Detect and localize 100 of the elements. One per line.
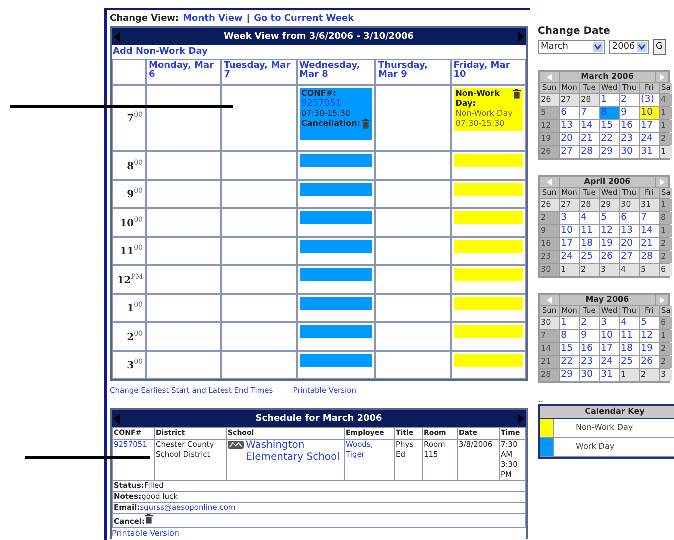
non-work-card[interactable]: Non-Work Day: Non-Work Day 07:30-15:30 bbox=[454, 88, 523, 131]
calendar-day[interactable]: 25 bbox=[580, 251, 599, 263]
next-arrow-icon[interactable] bbox=[518, 32, 524, 42]
calendar-day[interactable]: 22 bbox=[600, 133, 619, 145]
calendar-day[interactable]: (3) bbox=[640, 94, 659, 106]
calendar-day[interactable]: 1 bbox=[600, 94, 619, 106]
calendar-day[interactable]: 28 bbox=[640, 251, 659, 263]
previous-arrow-icon[interactable] bbox=[547, 178, 552, 186]
calendar-day[interactable]: 16 bbox=[580, 343, 599, 355]
calendar-day[interactable]: 21 bbox=[580, 133, 599, 145]
calendar-day[interactable]: 8 bbox=[560, 330, 579, 342]
calendar-day[interactable]: 23 bbox=[620, 133, 639, 145]
calendar-day[interactable]: 14 bbox=[580, 120, 599, 132]
calendar-day[interactable]: 1 bbox=[560, 264, 579, 276]
calendar-day[interactable]: 11 bbox=[580, 225, 599, 237]
next-arrow-icon[interactable] bbox=[660, 178, 664, 186]
calendar-day[interactable]: 4 bbox=[620, 317, 639, 329]
calendar-day[interactable]: 9 bbox=[580, 330, 599, 342]
calendar-day[interactable]: 20 bbox=[620, 238, 639, 250]
school-link[interactable]: Washington Elementary School bbox=[246, 440, 343, 464]
calendar-day[interactable]: 5 bbox=[640, 264, 659, 276]
calendar-day[interactable]: 6 bbox=[620, 212, 639, 224]
calendar-day[interactable]: 3 bbox=[600, 317, 619, 329]
calendar-day[interactable]: 21 bbox=[640, 238, 659, 250]
trash-icon[interactable] bbox=[145, 514, 154, 524]
calendar-day[interactable]: 4 bbox=[580, 212, 599, 224]
calendar-day[interactable]: 13 bbox=[620, 225, 639, 237]
year-select[interactable]: 2006 bbox=[609, 40, 649, 54]
day-header[interactable]: Wednesday, Mar 8 bbox=[300, 62, 372, 80]
previous-arrow-icon[interactable] bbox=[114, 32, 120, 42]
calendar-day[interactable]: 3 bbox=[560, 212, 579, 224]
calendar-day[interactable]: 24 bbox=[600, 356, 619, 368]
calendar-day[interactable]: 28 bbox=[580, 146, 599, 158]
calendar-day[interactable]: 28 bbox=[580, 199, 599, 211]
previous-arrow-icon[interactable] bbox=[114, 414, 120, 424]
calendar-day[interactable]: 24 bbox=[640, 133, 659, 145]
calendar-day[interactable]: 31 bbox=[600, 369, 619, 381]
calendar-day[interactable]: 10 bbox=[640, 107, 659, 119]
calendar-day[interactable]: 31 bbox=[640, 146, 659, 158]
calendar-day[interactable]: 27 bbox=[620, 251, 639, 263]
calendar-day[interactable]: 2 bbox=[580, 317, 599, 329]
calendar-day[interactable]: 12 bbox=[600, 225, 619, 237]
calendar-day[interactable]: 2 bbox=[580, 264, 599, 276]
calendar-day[interactable]: 25 bbox=[620, 356, 639, 368]
calendar-day[interactable]: 2 bbox=[620, 94, 639, 106]
printable-version-link[interactable]: Printable Version bbox=[112, 528, 526, 539]
calendar-day[interactable]: 30 bbox=[580, 369, 599, 381]
month-select[interactable]: March bbox=[538, 40, 606, 54]
calendar-day[interactable]: 7 bbox=[580, 107, 599, 119]
calendar-day[interactable]: 9 bbox=[620, 107, 639, 119]
calendar-day[interactable]: 30 bbox=[620, 199, 639, 211]
calendar-day[interactable]: 3 bbox=[600, 264, 619, 276]
month-view-link[interactable]: Month View bbox=[183, 14, 243, 24]
calendar-day[interactable]: 10 bbox=[600, 330, 619, 342]
calendar-day[interactable]: 5 bbox=[640, 317, 659, 329]
day-header[interactable]: Monday, Mar 6 bbox=[149, 62, 218, 80]
calendar-day[interactable]: 20 bbox=[560, 133, 579, 145]
calendar-day[interactable]: 14 bbox=[640, 225, 659, 237]
calendar-day[interactable]: 6 bbox=[660, 264, 672, 276]
calendar-day[interactable]: 11 bbox=[620, 330, 639, 342]
calendar-day[interactable]: 5 bbox=[600, 212, 619, 224]
calendar-day[interactable]: 17 bbox=[560, 238, 579, 250]
map-icon[interactable] bbox=[228, 440, 244, 450]
calendar-day[interactable]: 15 bbox=[600, 120, 619, 132]
calendar-day[interactable]: 7 bbox=[640, 212, 659, 224]
calendar-day[interactable]: 22 bbox=[560, 356, 579, 368]
calendar-day[interactable]: 18 bbox=[620, 343, 639, 355]
calendar-day[interactable]: 15 bbox=[560, 343, 579, 355]
day-header[interactable]: Thursday, Mar 9 bbox=[378, 62, 448, 80]
calendar-day[interactable]: 24 bbox=[560, 251, 579, 263]
next-arrow-icon[interactable] bbox=[660, 296, 664, 304]
calendar-day[interactable]: 2 bbox=[640, 369, 659, 381]
day-header[interactable]: Tuesday, Mar 7 bbox=[224, 62, 294, 80]
calendar-day[interactable]: 26 bbox=[540, 199, 559, 211]
day-header[interactable]: Friday, Mar 10 bbox=[454, 62, 523, 80]
calendar-day[interactable]: 26 bbox=[640, 356, 659, 368]
calendar-day[interactable]: 19 bbox=[640, 343, 659, 355]
calendar-day[interactable]: 29 bbox=[600, 146, 619, 158]
calendar-day[interactable]: 10 bbox=[560, 225, 579, 237]
calendar-day[interactable]: 12 bbox=[640, 330, 659, 342]
calendar-day[interactable]: 26 bbox=[540, 94, 559, 106]
calendar-day[interactable]: 16 bbox=[620, 120, 639, 132]
calendar-day[interactable]: 30 bbox=[540, 317, 559, 329]
calendar-day[interactable]: 23 bbox=[580, 356, 599, 368]
calendar-day[interactable]: 3 bbox=[660, 369, 672, 381]
calendar-day[interactable]: 17 bbox=[640, 120, 659, 132]
current-week-link[interactable]: Go to Current Week bbox=[254, 14, 354, 24]
calendar-day[interactable]: 1 bbox=[620, 369, 639, 381]
calendar-day[interactable]: 1 bbox=[660, 146, 672, 158]
calendar-day[interactable]: 27 bbox=[560, 199, 579, 211]
previous-arrow-icon[interactable] bbox=[547, 296, 552, 304]
calendar-day[interactable]: 30 bbox=[620, 146, 639, 158]
calendar-day[interactable]: 19 bbox=[600, 238, 619, 250]
next-arrow-icon[interactable] bbox=[518, 414, 524, 424]
calendar-day[interactable]: 29 bbox=[600, 199, 619, 211]
go-button[interactable]: G bbox=[653, 39, 666, 55]
calendar-day[interactable]: 18 bbox=[580, 238, 599, 250]
calendar-day[interactable]: 26 bbox=[600, 251, 619, 263]
next-arrow-icon[interactable] bbox=[660, 74, 664, 80]
calendar-day[interactable]: 28 bbox=[580, 94, 599, 106]
